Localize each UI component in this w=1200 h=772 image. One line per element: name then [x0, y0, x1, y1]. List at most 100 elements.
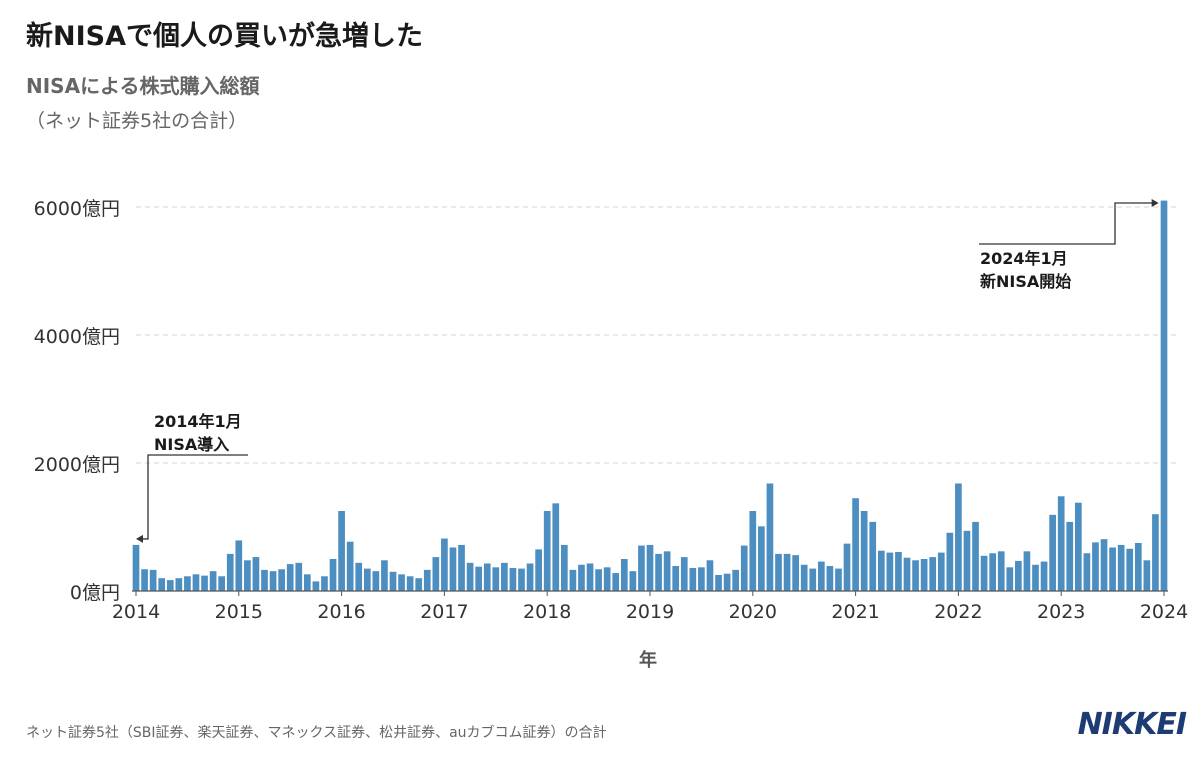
y-tick-label: 6000億円	[34, 198, 120, 220]
bar	[1057, 496, 1065, 591]
bar	[244, 560, 251, 591]
bar	[672, 566, 680, 591]
bar	[1015, 560, 1022, 591]
bar	[886, 552, 894, 591]
x-tick-label: 2019	[626, 601, 674, 623]
y-tick-label: 4000億円	[34, 326, 120, 348]
bar-chart: 0億円2000億円4000億円6000億円 2014 2015 2016 2017 20…	[34, 198, 1189, 671]
bar	[1160, 200, 1168, 591]
bar	[663, 551, 671, 591]
bar	[698, 567, 705, 591]
bar	[680, 557, 688, 591]
bar	[646, 544, 654, 591]
bar	[209, 571, 217, 591]
bar	[372, 571, 380, 591]
y-axis-ticks: 0億円2000億円4000億円6000億円	[34, 198, 120, 604]
bar	[449, 547, 457, 591]
bar	[655, 553, 662, 591]
bar	[312, 581, 320, 591]
bar	[1006, 567, 1014, 591]
bar	[389, 571, 397, 591]
x-tick-label: 2024	[1140, 601, 1188, 623]
bar	[809, 568, 817, 591]
bar	[423, 569, 431, 591]
bar	[475, 566, 483, 591]
bar	[869, 521, 877, 591]
x-tick-label: 2022	[934, 601, 982, 623]
annotations: 2014年1月 NISA導入 2024年1月新NISA開始	[136, 199, 1159, 543]
annotation-new-nisa: 2024年1月新NISA開始	[979, 199, 1159, 291]
bar	[261, 569, 268, 591]
bar	[355, 562, 363, 591]
bar	[612, 573, 620, 591]
bar	[715, 575, 722, 591]
bar	[398, 574, 405, 591]
annotation-text: 2024年1月	[980, 249, 1068, 268]
bar	[218, 576, 226, 591]
bar	[166, 580, 174, 591]
bar	[1117, 544, 1125, 591]
bar	[458, 544, 465, 591]
bar	[1032, 564, 1039, 591]
bar	[895, 551, 902, 591]
bar	[149, 569, 157, 591]
x-axis-label: 年	[639, 649, 657, 671]
bar	[141, 569, 148, 591]
bar	[406, 576, 414, 591]
bar	[1066, 521, 1074, 591]
bar	[560, 544, 568, 591]
bar	[235, 540, 243, 591]
bar	[132, 544, 140, 591]
bar	[723, 573, 731, 591]
bar	[526, 563, 534, 591]
bar	[903, 557, 911, 591]
x-tick-label: 2014	[112, 601, 160, 623]
bar	[800, 564, 808, 591]
bar	[543, 511, 551, 591]
bar	[303, 574, 311, 591]
bar	[535, 549, 542, 591]
bar	[1109, 547, 1116, 591]
x-tick-label: 2020	[729, 601, 777, 623]
bar	[269, 571, 277, 591]
bar	[381, 560, 388, 591]
bar	[192, 574, 200, 591]
bar	[329, 559, 337, 591]
bar	[629, 571, 637, 591]
bar	[1092, 542, 1099, 591]
bar	[732, 569, 740, 591]
bar	[509, 567, 517, 591]
bar	[492, 567, 500, 591]
bar	[740, 545, 748, 591]
bar	[817, 561, 825, 591]
bar	[1083, 553, 1091, 591]
bar	[1143, 560, 1151, 591]
nikkei-logo: NIKKEI	[1077, 707, 1187, 742]
bar	[321, 576, 328, 591]
bar	[346, 541, 354, 591]
bar	[184, 576, 191, 591]
x-axis-ticks: 2014 2015 2016 2017 2018 2019 2020 2021 2022 2023…	[112, 590, 1188, 623]
bar	[620, 559, 628, 591]
bar	[997, 551, 1005, 591]
bar	[920, 559, 928, 591]
bar	[1074, 502, 1082, 591]
bar	[586, 563, 594, 591]
x-tick-label: 2018	[523, 601, 571, 623]
bar	[749, 511, 757, 591]
bar	[1100, 539, 1108, 591]
bar	[638, 545, 645, 591]
bar	[912, 560, 919, 591]
bar	[1049, 514, 1056, 591]
bar	[706, 560, 714, 591]
bar	[501, 562, 508, 591]
bar	[963, 530, 971, 591]
annotation-text: NISA導入	[154, 435, 229, 454]
bar	[252, 557, 260, 591]
bar	[295, 562, 303, 591]
bar	[483, 563, 491, 591]
bar	[1023, 551, 1031, 591]
bar	[955, 483, 962, 591]
bar	[286, 564, 294, 591]
bar	[595, 569, 602, 591]
